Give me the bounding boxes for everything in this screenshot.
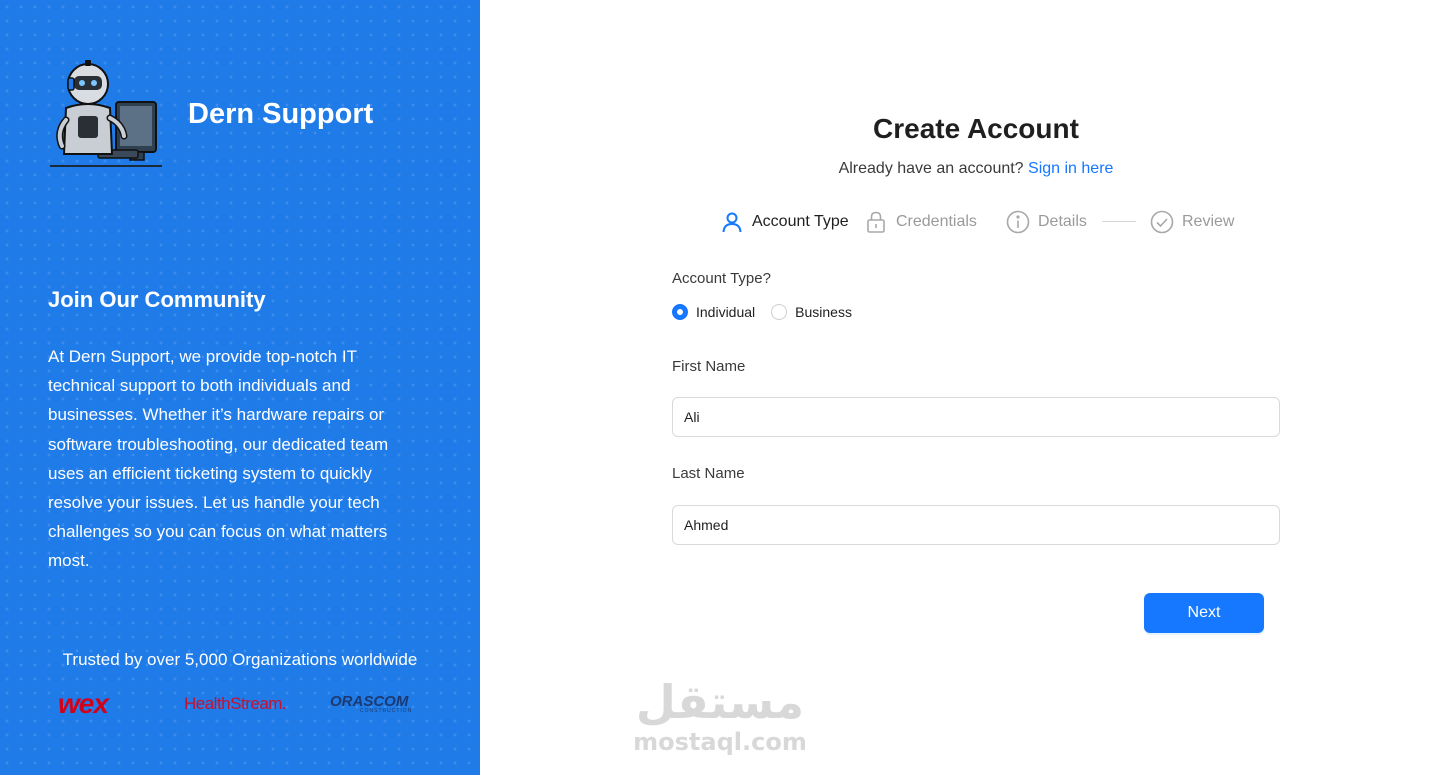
step-label: Details (1038, 213, 1087, 230)
sidebar-panel: Dern Support Join Our Community At Dern … (0, 0, 480, 775)
info-icon (1006, 210, 1030, 234)
partner-logos: wex HealthStream. ORASCOM CONSTRUCTION (58, 686, 438, 722)
radio-business[interactable]: Business (771, 304, 852, 320)
page-title: Create Account (873, 113, 1079, 144)
first-name-field[interactable] (672, 397, 1280, 437)
watermark: مستقل mostaql.com (630, 676, 810, 764)
next-button[interactable]: Next (1144, 593, 1264, 633)
check-circle-icon (1150, 210, 1174, 234)
wex-logo: wex (58, 688, 109, 719)
brand-name: Dern Support (188, 98, 374, 130)
first-name-label: First Name (672, 358, 746, 375)
step-details[interactable]: Details (1006, 207, 1087, 237)
radio-individual-label: Individual (696, 304, 756, 320)
signin-prompt-text: Already have an account? (838, 160, 1024, 177)
step-account-type[interactable]: Account Type (720, 207, 849, 237)
account-type-radio-group: Individual Business (672, 304, 868, 320)
step-review[interactable]: Review (1150, 207, 1234, 237)
join-description: At Dern Support, we provide top-notch IT… (48, 347, 389, 571)
user-icon (722, 212, 742, 233)
trusted-text: Trusted by over 5,000 Organizations worl… (62, 650, 418, 669)
radio-business-label: Business (795, 304, 852, 320)
step-label: Account Type (752, 213, 849, 230)
watermark-arabic: مستقل (635, 675, 805, 729)
step-label: Credentials (896, 213, 977, 230)
last-name-label: Last Name (672, 465, 745, 482)
step-connector (1102, 221, 1136, 222)
radio-individual-dot[interactable] (672, 304, 688, 320)
brand: Dern Support (48, 58, 373, 170)
radio-business-dot[interactable] (771, 304, 788, 320)
last-name-field[interactable] (672, 505, 1280, 545)
step-label: Review (1182, 213, 1235, 230)
radio-individual[interactable]: Individual (672, 304, 755, 320)
orascom-logo: ORASCOM CONSTRUCTION (330, 693, 413, 714)
healthstream-logo: HealthStream. (184, 694, 287, 713)
watermark-latin: mostaql.com (633, 728, 807, 756)
robot-logo-icon (50, 60, 162, 167)
lock-icon (867, 211, 885, 233)
join-title: Join Our Community (48, 287, 266, 312)
stepper: Account Type Credentials Details Review (720, 207, 1260, 237)
step-credentials[interactable]: Credentials (864, 207, 977, 237)
signin-prompt: Already have an account? Sign in here (676, 160, 1276, 178)
account-type-label: Account Type? (672, 270, 771, 287)
signin-link[interactable]: Sign in here (1028, 160, 1113, 177)
